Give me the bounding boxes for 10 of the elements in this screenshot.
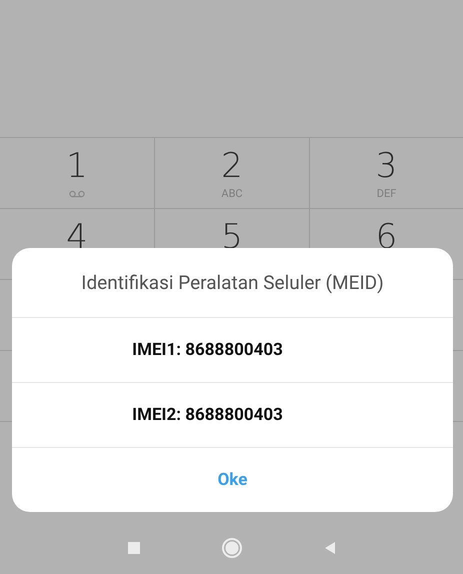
imei-text: IMEI2: 8688800403 [132,405,283,425]
imei-text: IMEI1: 8688800403 [132,340,283,360]
recents-icon[interactable] [126,541,140,555]
home-icon[interactable] [220,537,242,559]
key-digit[interactable]: 2 [221,148,243,184]
back-icon[interactable] [322,541,336,555]
key-digit[interactable]: 1 [66,148,88,184]
voicemail-icon [69,190,85,198]
dialog-title: Identifikasi Peralatan Seluler (MEID) [12,248,453,318]
key-digit[interactable]: 3 [376,148,398,184]
